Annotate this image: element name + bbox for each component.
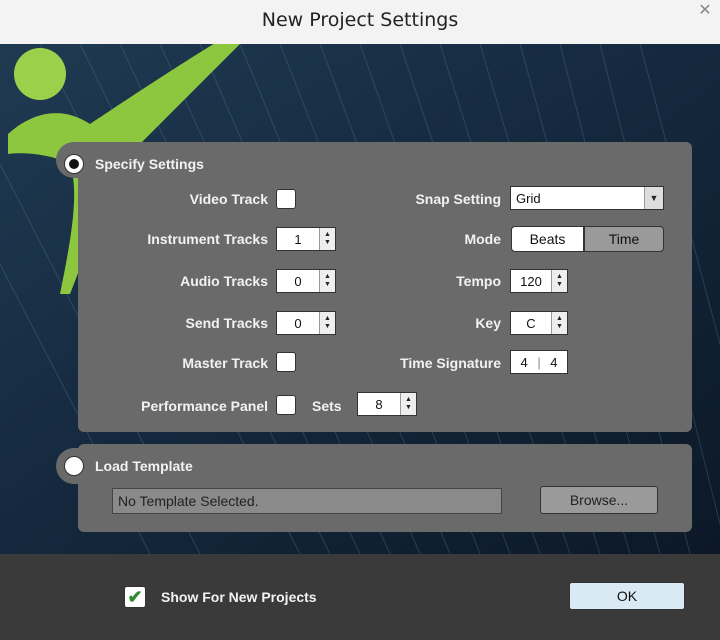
send-tracks-stepper[interactable]: 0 ▲ ▼ <box>276 311 336 335</box>
load-template-label: Load Template <box>95 458 193 474</box>
snap-setting-dropdown[interactable]: Grid ▼ <box>510 186 664 210</box>
time-signature-numerator[interactable]: 4 <box>511 355 537 370</box>
instrument-tracks-label: Instrument Tracks <box>147 231 268 247</box>
stepper-arrows-icon[interactable]: ▲ ▼ <box>551 312 567 334</box>
snap-setting-value: Grid <box>516 190 541 206</box>
key-value: C <box>526 315 536 331</box>
audio-tracks-value: 0 <box>294 273 302 289</box>
performance-panel-label: Performance Panel <box>141 398 268 414</box>
send-tracks-label: Send Tracks <box>185 315 269 331</box>
snap-setting-label: Snap Setting <box>415 191 501 207</box>
dialog-window: New Project Settings ✕ Specify Settings … <box>0 0 720 640</box>
ok-button[interactable]: OK <box>569 582 685 610</box>
mode-time-button[interactable]: Time <box>584 226 664 252</box>
tempo-value: 120 <box>520 273 542 289</box>
window-title: New Project Settings <box>261 9 459 31</box>
checkmark-icon: ✔ <box>127 587 143 607</box>
browse-button[interactable]: Browse... <box>540 486 658 514</box>
stepper-arrows-icon[interactable]: ▲ ▼ <box>319 312 335 334</box>
tempo-label: Tempo <box>456 273 501 289</box>
send-tracks-value: 0 <box>294 315 302 331</box>
sets-stepper[interactable]: 8 ▲ ▼ <box>357 392 417 416</box>
video-track-label: Video Track <box>189 191 268 207</box>
title-bar: New Project Settings ✕ <box>0 0 720 44</box>
tempo-stepper[interactable]: 120 ▲ ▼ <box>510 269 568 293</box>
show-for-new-projects-checkbox[interactable]: ✔ <box>124 586 146 608</box>
key-label: Key <box>475 315 501 331</box>
specify-settings-radio[interactable] <box>64 154 84 174</box>
time-signature-field[interactable]: 4 | 4 <box>510 350 568 374</box>
audio-tracks-stepper[interactable]: 0 ▲ ▼ <box>276 269 336 293</box>
mode-label: Mode <box>464 231 501 247</box>
stepper-arrows-icon[interactable]: ▲ ▼ <box>319 228 335 250</box>
performance-panel-checkbox[interactable] <box>276 395 296 415</box>
load-template-radio[interactable] <box>64 456 84 476</box>
audio-tracks-label: Audio Tracks <box>180 273 268 289</box>
chevron-down-icon[interactable]: ▼ <box>644 187 663 209</box>
sets-label: Sets <box>312 398 342 414</box>
key-stepper[interactable]: C ▲ ▼ <box>510 311 568 335</box>
template-path-field[interactable]: No Template Selected. <box>112 488 502 514</box>
instrument-tracks-stepper[interactable]: 1 ▲ ▼ <box>276 227 336 251</box>
time-signature-denominator[interactable]: 4 <box>541 355 567 370</box>
video-track-checkbox[interactable] <box>276 189 296 209</box>
stepper-arrows-icon[interactable]: ▲ ▼ <box>551 270 567 292</box>
master-track-checkbox[interactable] <box>276 352 296 372</box>
show-for-new-projects-label: Show For New Projects <box>161 589 317 605</box>
specify-settings-label: Specify Settings <box>95 156 204 172</box>
close-icon[interactable]: ✕ <box>690 0 720 22</box>
instrument-tracks-value: 1 <box>294 231 302 247</box>
stepper-arrows-icon[interactable]: ▲ ▼ <box>400 393 416 415</box>
time-signature-label: Time Signature <box>400 355 501 371</box>
sets-value: 8 <box>375 396 383 412</box>
mode-beats-button[interactable]: Beats <box>511 226 584 252</box>
stepper-arrows-icon[interactable]: ▲ ▼ <box>319 270 335 292</box>
master-track-label: Master Track <box>182 355 268 371</box>
